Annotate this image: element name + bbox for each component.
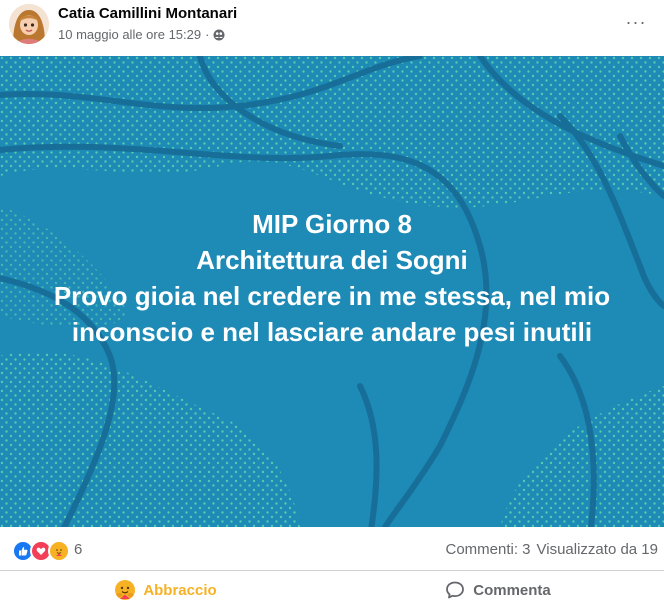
reactions-summary[interactable] xyxy=(12,540,70,562)
post-text-line: Architettura dei Sogni xyxy=(196,244,468,275)
facebook-post: Catia Camillini Montanari 10 maggio alle… xyxy=(0,0,664,609)
reaction-count[interactable]: 6 xyxy=(74,541,82,558)
post-actions: Abbraccio Commenta xyxy=(0,571,664,609)
react-button[interactable]: Abbraccio xyxy=(0,571,332,609)
comments-count[interactable]: Commenti: 3 xyxy=(445,541,530,558)
post-timestamp[interactable]: 10 maggio alle ore 15:29 xyxy=(58,27,201,42)
post-header: Catia Camillini Montanari 10 maggio alle… xyxy=(0,0,664,56)
comment-button[interactable]: Commenta xyxy=(332,571,664,609)
comment-label: Commenta xyxy=(473,581,551,599)
friends-icon[interactable] xyxy=(213,29,225,41)
react-label: Abbraccio xyxy=(143,581,217,599)
author-name[interactable]: Catia Camillini Montanari xyxy=(58,5,237,22)
engagement-stats: Commenti: 3 Visualizzato da 19 xyxy=(445,541,658,558)
post-meta: 10 maggio alle ore 15:29 · xyxy=(58,27,225,42)
comment-icon xyxy=(445,580,465,600)
care-icon xyxy=(48,540,70,562)
more-horizontal-icon[interactable]: ··· xyxy=(622,8,650,36)
post-text-line: Provo gioia nel credere in me stessa, ne… xyxy=(53,280,611,311)
views-count[interactable]: Visualizzato da 19 xyxy=(537,541,658,558)
text-background-post: MIP Giorno 8 Architettura dei Sogni Prov… xyxy=(0,56,664,527)
meta-separator: · xyxy=(205,27,210,42)
post-text-line: inconscio e nel lasciare andare pesi inu… xyxy=(71,316,593,347)
care-emoji-icon xyxy=(115,580,136,600)
post-text-line: MIP Giorno 8 xyxy=(252,208,412,239)
author-avatar[interactable] xyxy=(9,4,49,44)
post-text: MIP Giorno 8 Architettura dei Sogni Prov… xyxy=(0,56,664,527)
post-stats-bar: 6 Commenti: 3 Visualizzato da 19 xyxy=(0,527,664,571)
